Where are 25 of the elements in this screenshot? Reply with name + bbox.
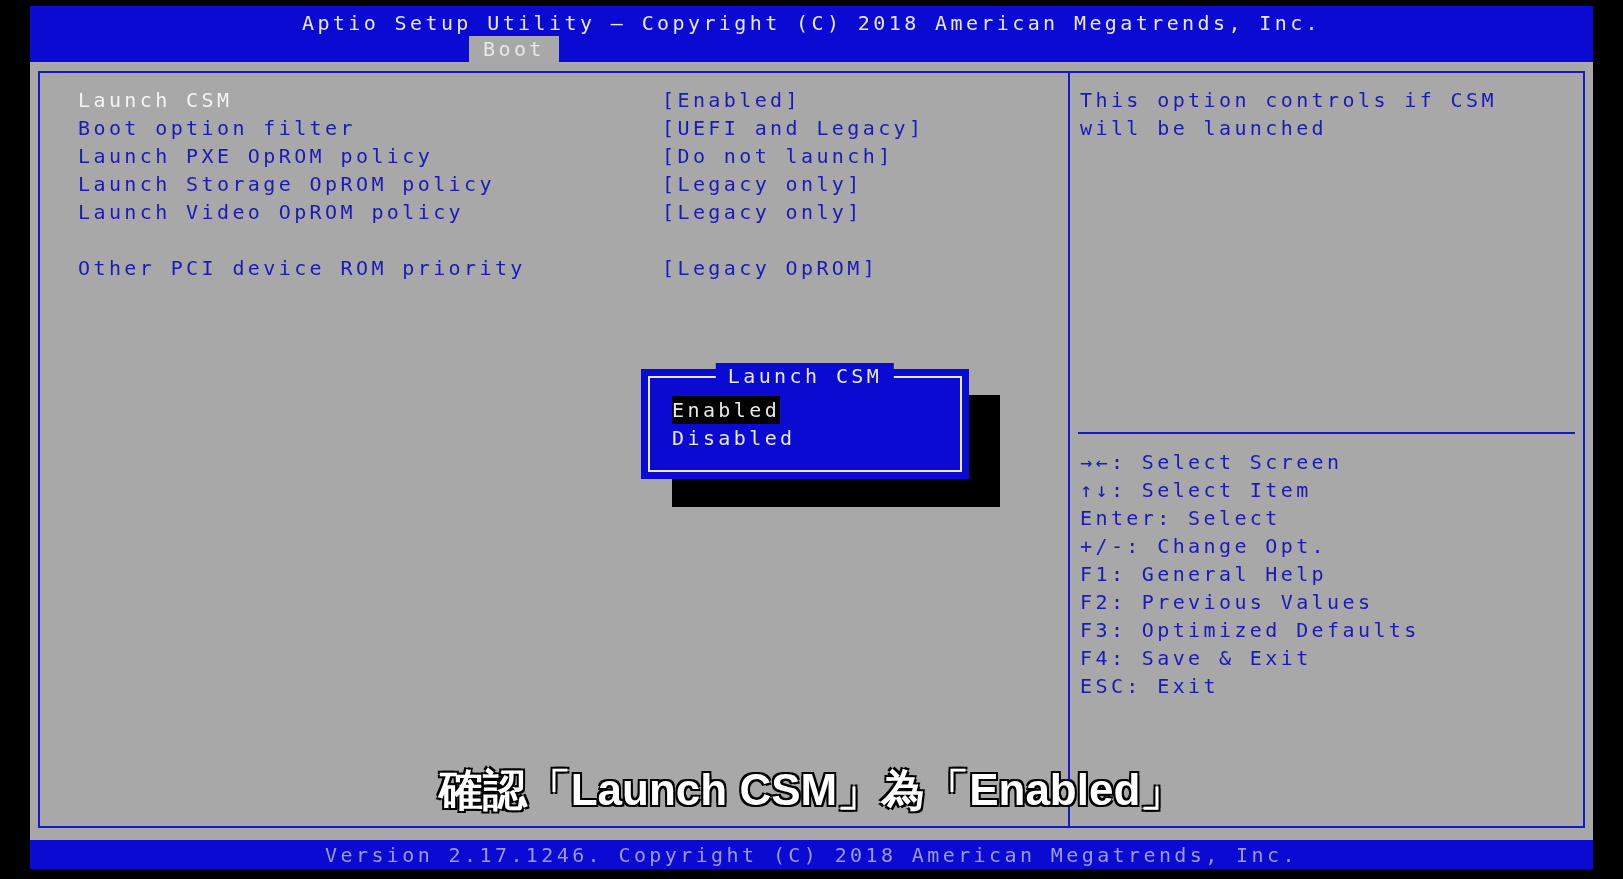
- key-help-line: →←: Select Screen: [1080, 449, 1344, 476]
- setting-value: [UEFI and Legacy]: [662, 115, 925, 142]
- setting-value: [Legacy only]: [662, 171, 863, 198]
- window-title: Aptio Setup Utility – Copyright (C) 2018 American Megatrends, Inc.: [301, 10, 1322, 36]
- setting-label[interactable]: Launch PXE OpROM policy: [78, 141, 662, 171]
- setting-label[interactable]: Other PCI device ROM priority: [78, 253, 662, 283]
- key-help-line: F2: Previous Values: [1080, 589, 1375, 616]
- key-help-line: F3: Optimized Defaults: [1080, 617, 1421, 644]
- key-help-line: F1: General Help: [1080, 561, 1329, 588]
- setting-value: [Enabled]: [662, 87, 801, 114]
- popup-option[interactable]: Disabled: [672, 424, 796, 452]
- key-help-line: ESC: Exit: [1080, 673, 1220, 700]
- setting-label[interactable]: Boot option filter: [78, 113, 662, 143]
- version-text: Version 2.17.1246. Copyright (C) 2018 American Megatrends, Inc.: [325, 841, 1298, 869]
- key-help-line: Enter: Select: [1080, 505, 1282, 532]
- help-text: This option controls if CSM will be launched: [1080, 87, 1498, 142]
- key-help-line: ↑↓: Select Item: [1080, 477, 1313, 504]
- key-help-line: F4: Save & Exit: [1080, 645, 1313, 672]
- key-help-line: +/-: Change Opt.: [1080, 533, 1329, 560]
- setting-label[interactable]: Launch Storage OpROM policy: [78, 169, 662, 199]
- setting-value: [Legacy only]: [662, 199, 863, 226]
- setting-value: [Do not launch]: [662, 143, 894, 170]
- popup-option[interactable]: Enabled: [672, 396, 781, 424]
- setting-label[interactable]: Launch Video OpROM policy: [78, 197, 662, 227]
- setting-value: [Legacy OpROM]: [662, 255, 879, 282]
